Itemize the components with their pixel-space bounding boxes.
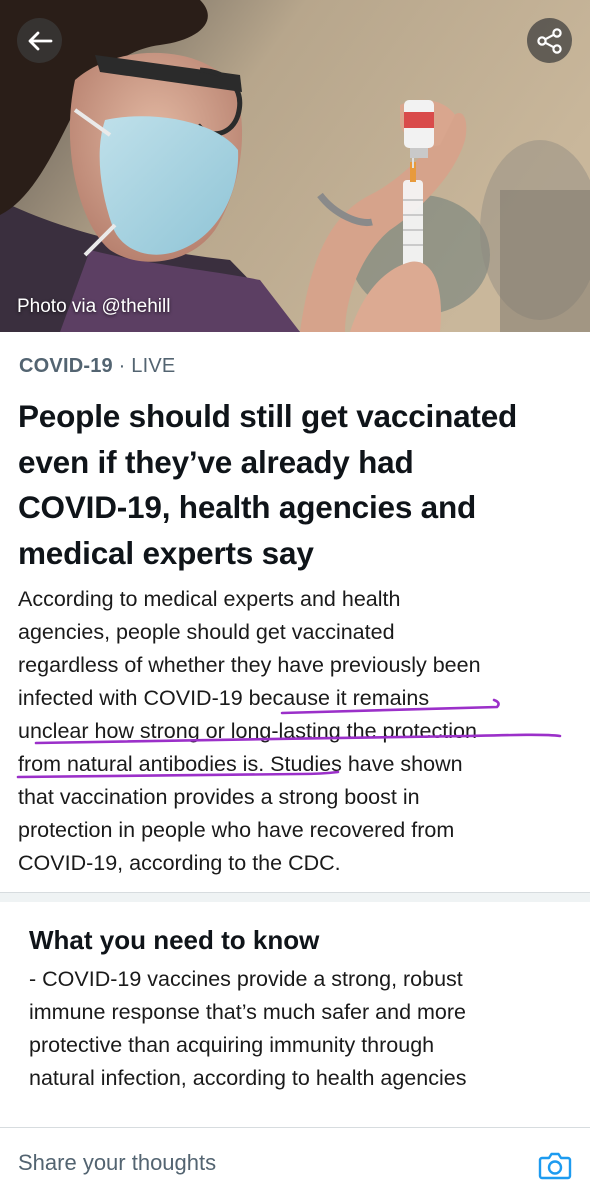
need-to-know-body: - COVID-19 vaccines provide a strong, ro… bbox=[29, 963, 574, 1095]
photo-credit: Photo via @thehill bbox=[17, 296, 171, 317]
article-summary: According to medical experts and health … bbox=[18, 583, 578, 880]
need-to-know-line: - COVID-19 vaccines provide a strong, ro… bbox=[29, 967, 463, 991]
composer-divider bbox=[0, 1127, 590, 1128]
back-button[interactable] bbox=[17, 18, 62, 63]
summary-line: that vaccination provides a strong boost… bbox=[18, 785, 420, 809]
topic-label[interactable]: COVID-19 bbox=[19, 355, 113, 377]
summary-line: protection in people who have recovered … bbox=[18, 818, 455, 842]
share-thoughts-input[interactable]: Share your thoughts bbox=[18, 1150, 498, 1176]
summary-line: agencies, people should get vaccinated bbox=[18, 620, 395, 644]
headline-line: People should still get vaccinated bbox=[18, 398, 518, 434]
article-headline: People should still get vaccinated even … bbox=[18, 394, 578, 576]
summary-line: COVID-19, according to the CDC. bbox=[18, 851, 341, 875]
live-label: LIVE bbox=[131, 355, 176, 377]
need-to-know-line: protective than acquiring immunity throu… bbox=[29, 1033, 435, 1057]
section-divider bbox=[0, 892, 590, 902]
arrow-left-icon bbox=[28, 31, 52, 50]
need-to-know-line: immune response that’s much safer and mo… bbox=[29, 1000, 466, 1024]
headline-line: even if they’ve already had bbox=[18, 443, 414, 480]
camera-button[interactable] bbox=[538, 1149, 572, 1181]
share-icon bbox=[536, 27, 562, 54]
meta-separator: · bbox=[118, 355, 126, 377]
headline-line: COVID-19, health agencies and bbox=[18, 489, 477, 525]
summary-line: unclear how strong or long-lasting the p… bbox=[18, 719, 477, 743]
summary-line: from natural antibodies is. Studies have… bbox=[18, 752, 463, 776]
hero-photo: Photo via @thehill bbox=[0, 0, 590, 332]
vaccination-photo bbox=[0, 0, 590, 332]
need-to-know-line: natural infection, according to health a… bbox=[29, 1066, 467, 1090]
camera-icon bbox=[538, 1152, 572, 1180]
need-to-know-title: What you need to know bbox=[29, 925, 320, 955]
summary-line: infected with COVID-19 because it remain… bbox=[18, 686, 430, 710]
summary-line: regardless of whether they have previous… bbox=[18, 653, 481, 677]
summary-line: According to medical experts and health bbox=[18, 587, 401, 611]
headline-line: medical experts say bbox=[18, 534, 314, 571]
article-meta: COVID-19 · LIVE bbox=[19, 355, 175, 378]
share-button[interactable] bbox=[527, 18, 572, 63]
